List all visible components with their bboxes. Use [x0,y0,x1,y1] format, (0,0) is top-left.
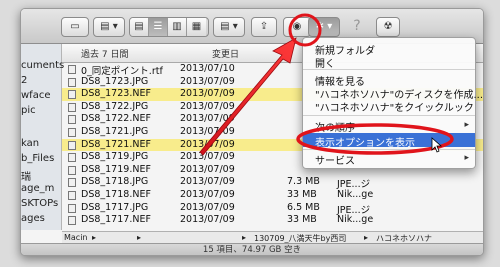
annotation-overlay [199,13,454,156]
annotation-arrow [199,37,297,156]
gear-highlight-circle [288,13,322,47]
menu-highlight-ellipse [296,123,454,155]
screenshot-frame: ▭ ▤ ▾ ▤ ☰ ▥ ▦ ▤ ▾ ⇪ ◉ ✲ ▾ ? ☢ cuments 2 … [0,0,500,267]
